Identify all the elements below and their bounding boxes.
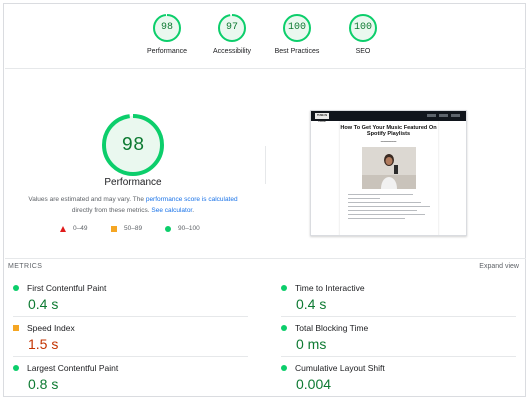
gauge-score: 97 — [225, 22, 238, 33]
triangle-icon — [60, 225, 66, 232]
metric-name: Largest Contentful Paint — [27, 363, 119, 373]
gauge-performance: 98 — [152, 13, 182, 43]
gauge-seo: 100 — [348, 13, 378, 43]
vertical-divider — [265, 146, 266, 184]
metric-tti: Time to Interactive 0.4 s — [281, 283, 511, 312]
circle-icon — [165, 225, 171, 232]
average-square-icon — [13, 325, 19, 331]
divider — [5, 258, 526, 259]
metric-name: Speed Index — [27, 323, 75, 333]
metric-name: Cumulative Layout Shift — [295, 363, 385, 373]
metric-value: 0.4 s — [28, 296, 59, 312]
gauge-accessibility: 97 — [217, 13, 247, 43]
metric-speed-index: Speed Index 1.5 s — [13, 323, 243, 352]
metric-value: 0.8 s — [28, 376, 59, 392]
divider — [281, 356, 516, 357]
legend-average: 50–89 — [111, 225, 142, 232]
thumbnail-nav — [424, 113, 460, 117]
legend-range: 90–100 — [178, 225, 200, 232]
performance-title: Performance — [104, 177, 162, 188]
divider — [281, 316, 516, 317]
performance-score-link[interactable]: performance score is calculated — [146, 196, 238, 203]
thumbnail-article: How To Get Your Music Featured On Spotif… — [339, 121, 438, 235]
pass-circle-icon — [13, 285, 19, 291]
category-seo[interactable]: 100 SEO — [323, 13, 403, 55]
thumbnail-header: TUNE IN LOUD — [311, 111, 466, 123]
performance-score: 98 — [121, 134, 145, 156]
metric-value: 0.4 s — [296, 296, 327, 312]
article-photo — [361, 146, 416, 189]
gauge-score: 100 — [353, 22, 372, 33]
expand-view-toggle[interactable]: Expand view — [479, 263, 519, 270]
divider — [5, 68, 526, 69]
metric-tbt: Total Blocking Time 0 ms — [281, 323, 511, 352]
metric-value: 1.5 s — [28, 336, 59, 352]
pass-circle-icon — [281, 325, 287, 331]
metric-cls: Cumulative Layout Shift 0.004 — [281, 363, 511, 392]
metric-value: 0.004 — [296, 376, 332, 392]
metric-name: Total Blocking Time — [295, 323, 369, 333]
metric-value: 0 ms — [296, 336, 327, 352]
performance-gauge: 98 — [100, 112, 166, 178]
gauge-score: 98 — [160, 22, 173, 33]
metrics-heading: METRICS — [8, 263, 43, 270]
divider — [13, 316, 248, 317]
pass-circle-icon — [13, 365, 19, 371]
note-text: Values are estimated and may vary. The — [28, 196, 145, 203]
metric-fcp: First Contentful Paint 0.4 s — [13, 283, 243, 312]
legend-range: 0–49 — [73, 225, 88, 232]
article-byline: ▬▬▬▬▬▬ — [380, 139, 397, 143]
divider — [13, 356, 248, 357]
page-screenshot-thumbnail[interactable]: TUNE IN LOUD How To Get Your Music Featu… — [310, 110, 467, 236]
performance-note: Values are estimated and may vary. The p… — [10, 194, 256, 216]
gauge-score: 100 — [287, 22, 306, 33]
legend-range: 50–89 — [124, 225, 143, 232]
square-icon — [111, 225, 117, 232]
see-calculator-link[interactable]: See calculator — [151, 207, 192, 214]
metric-name: Time to Interactive — [295, 283, 365, 293]
metric-lcp: Largest Contentful Paint 0.8 s — [13, 363, 243, 392]
category-label: SEO — [355, 48, 371, 55]
legend-poor: 0–49 — [60, 225, 87, 232]
note-text: directly from these metrics. — [71, 207, 150, 214]
article-title: How To Get Your Music Featured On Spotif… — [340, 125, 437, 138]
site-logo: TUNE IN LOUD — [315, 113, 329, 123]
legend-good: 90–100 — [165, 225, 200, 232]
note-text: . — [192, 207, 195, 214]
pass-circle-icon — [281, 365, 287, 371]
metric-name: First Contentful Paint — [27, 283, 107, 293]
gauge-best-practices: 100 — [282, 13, 312, 43]
article-body — [347, 193, 430, 220]
pass-circle-icon — [281, 285, 287, 291]
